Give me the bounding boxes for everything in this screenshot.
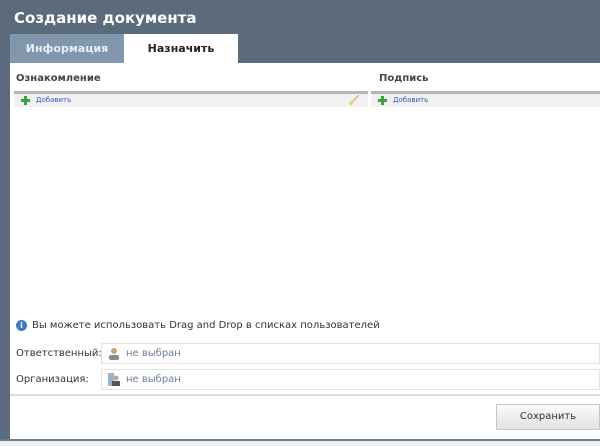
window-title: Создание документа [14,9,197,27]
column-header-signature: Подпись [379,73,429,84]
add-label: Добавить [36,96,72,104]
tab-assign[interactable]: Назначить [124,34,238,63]
plus-icon [378,96,387,105]
column-header-familiarization: Ознакомление [16,73,101,84]
user-icon [109,348,119,360]
bottom-border [0,439,600,446]
info-message: i Вы можете использовать Drag and Drop в… [16,320,380,331]
add-label: Добавить [393,96,429,104]
divider [10,394,600,396]
organization-label: Организация: [16,374,89,385]
assign-panel: Ознакомление Добавить 🧹 Подпись Добавить… [10,63,600,439]
organization-field[interactable]: не выбран [101,369,600,390]
info-text: Вы можете использовать Drag and Drop в с… [32,320,380,331]
responsible-field[interactable]: не выбран [101,343,600,364]
organization-icon [108,373,120,386]
clear-icon[interactable]: 🧹 [349,95,360,108]
save-button[interactable]: Сохранить [496,404,600,430]
tab-information[interactable]: Информация [10,34,124,63]
plus-icon [21,96,30,105]
responsible-label: Ответственный: [16,348,102,359]
organization-value: не выбран [126,374,181,385]
add-familiarization-button[interactable]: Добавить 🧹 [14,94,368,107]
info-icon: i [16,320,27,331]
responsible-value: не выбран [126,348,181,359]
add-signature-button[interactable]: Добавить [371,94,600,107]
